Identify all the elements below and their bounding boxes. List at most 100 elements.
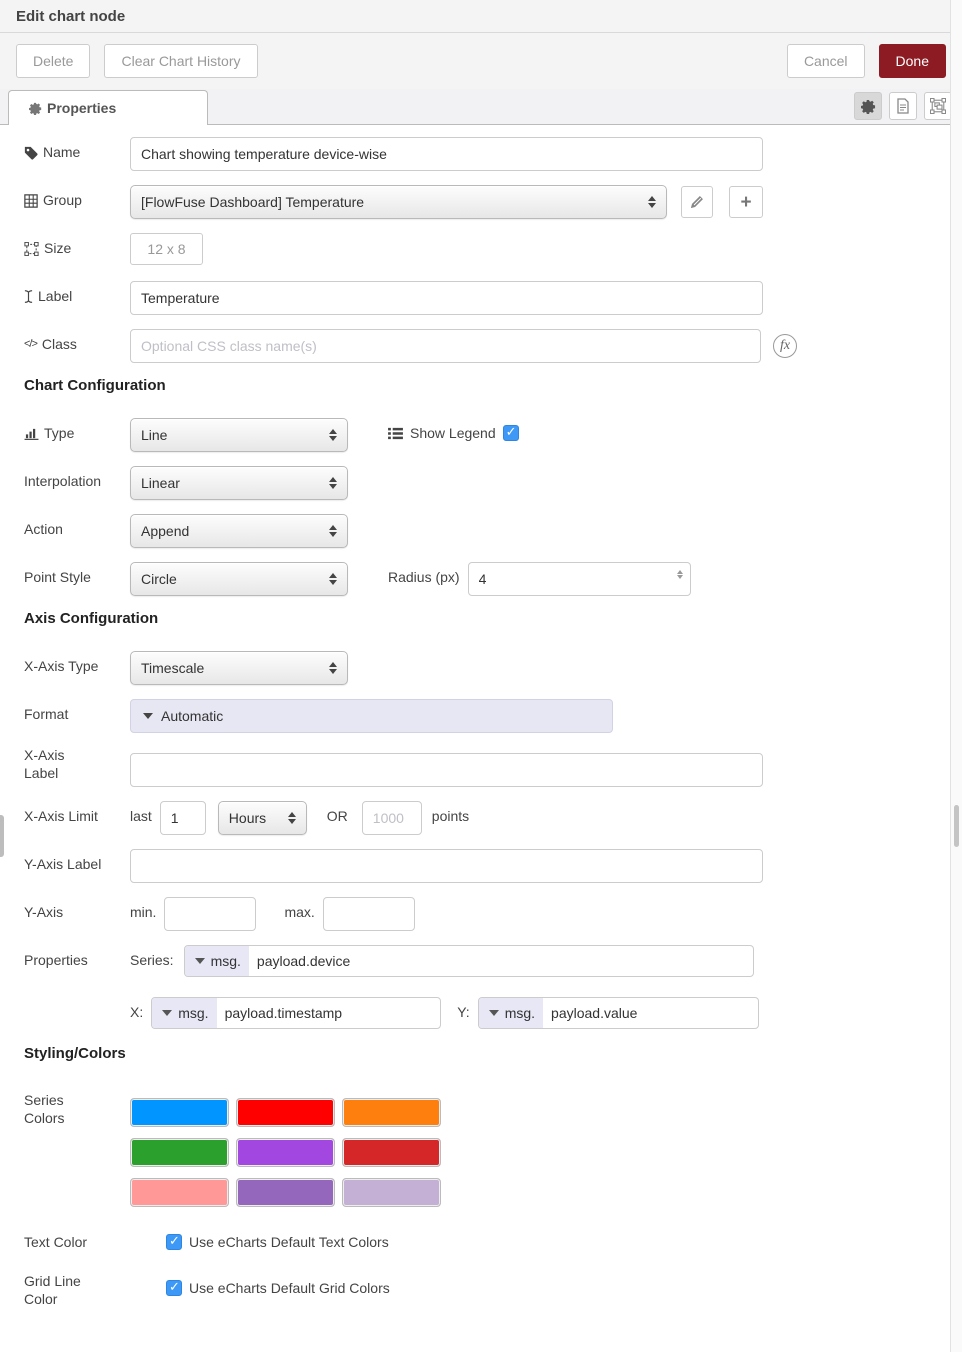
- point-style-select[interactable]: Circle: [130, 562, 348, 596]
- select-arrows-icon: [329, 477, 337, 489]
- axis-configuration-heading: Axis Configuration: [24, 610, 938, 627]
- interpolation-select[interactable]: Linear: [130, 466, 348, 500]
- document-icon: [896, 98, 910, 114]
- select-arrows-icon: [648, 196, 656, 208]
- color-swatch-9[interactable]: [342, 1178, 441, 1207]
- x-axis-label-row: X-Axis Label: [24, 747, 938, 787]
- color-swatch-1[interactable]: [130, 1098, 229, 1127]
- y-axis-label-input[interactable]: [130, 849, 763, 883]
- select-arrows-icon: [329, 573, 337, 585]
- x-axis-limit-points-input[interactable]: [362, 801, 422, 835]
- delete-button[interactable]: Delete: [16, 44, 90, 78]
- show-legend-group: Show Legend: [388, 418, 519, 441]
- label-label: Label: [24, 281, 130, 306]
- properties-tab-button[interactable]: [854, 92, 882, 120]
- appearance-tab-button[interactable]: [924, 92, 952, 120]
- pencil-icon: [690, 195, 704, 209]
- x-axis-limit-count-input[interactable]: [160, 801, 206, 835]
- y-axis-max-input[interactable]: [323, 897, 415, 931]
- spinner-icon[interactable]: [677, 570, 683, 579]
- left-scrollbar-thumb[interactable]: [0, 815, 4, 857]
- series-label: Series:: [130, 945, 174, 968]
- y-value: payload.value: [543, 1005, 645, 1021]
- edit-group-button[interactable]: [681, 186, 713, 218]
- x-value: payload.timestamp: [217, 1005, 351, 1021]
- color-swatch-3[interactable]: [342, 1098, 441, 1127]
- dialog-header: Edit chart node: [0, 0, 962, 33]
- label-input[interactable]: [130, 281, 763, 315]
- name-row: Name: [24, 137, 938, 171]
- format-select[interactable]: Automatic: [130, 699, 613, 733]
- done-button[interactable]: Done: [879, 44, 946, 78]
- editor-tabstrip: Properties: [0, 89, 962, 125]
- typed-input-type-chip[interactable]: msg.: [479, 998, 543, 1028]
- description-tab-button[interactable]: [889, 92, 917, 120]
- series-typed-input[interactable]: msg. payload.device: [184, 945, 754, 977]
- size-button[interactable]: 12 x 8: [130, 233, 203, 265]
- grid-color-checkbox[interactable]: [166, 1280, 182, 1296]
- list-icon: [388, 427, 403, 440]
- y-axis-row: Y-Axis min. max.: [24, 897, 938, 931]
- color-swatch-4[interactable]: [130, 1138, 229, 1167]
- size-row: Size 12 x 8: [24, 233, 938, 267]
- color-swatch-7[interactable]: [130, 1178, 229, 1207]
- select-arrows-icon: [329, 662, 337, 674]
- class-input[interactable]: [130, 329, 761, 363]
- gear-icon: [29, 102, 42, 115]
- dialog-title: Edit chart node: [16, 8, 125, 25]
- clear-chart-history-button[interactable]: Clear Chart History: [104, 44, 257, 78]
- type-row: Type Line Show Legend: [24, 418, 938, 452]
- tab-properties[interactable]: Properties: [8, 90, 208, 125]
- x-axis-limit-unit-select[interactable]: Hours: [218, 801, 307, 835]
- x-axis-label-input[interactable]: [130, 753, 763, 787]
- bar-chart-icon: [24, 427, 39, 440]
- color-swatch-5[interactable]: [236, 1138, 335, 1167]
- series-colors-row: Series Colors: [24, 1086, 938, 1207]
- name-input[interactable]: [130, 137, 763, 171]
- group-select[interactable]: [FlowFuse Dashboard] Temperature: [130, 185, 667, 219]
- y-axis-min-input[interactable]: [164, 897, 256, 931]
- y-typed-input[interactable]: msg. payload.value: [478, 997, 759, 1029]
- color-swatch-6[interactable]: [342, 1138, 441, 1167]
- caret-down-icon: [195, 958, 205, 964]
- color-swatch-2[interactable]: [236, 1098, 335, 1127]
- table-icon: [24, 194, 38, 208]
- type-select[interactable]: Line: [130, 418, 348, 452]
- xy-property-row: X: msg. payload.timestamp Y: msg. payloa…: [24, 997, 938, 1031]
- plus-icon: +: [740, 193, 751, 212]
- interpolation-label: Interpolation: [24, 466, 130, 491]
- properties-form: Name Group [FlowFuse Dashboard] Temperat…: [0, 125, 962, 1308]
- add-group-button[interactable]: +: [729, 186, 763, 218]
- cancel-button[interactable]: Cancel: [787, 44, 865, 78]
- gear-icon: [861, 99, 876, 114]
- color-swatch-8[interactable]: [236, 1178, 335, 1207]
- object-group-icon: [24, 242, 39, 256]
- format-row: Format Automatic: [24, 699, 938, 733]
- radius-label: Radius (px): [388, 562, 460, 585]
- i-cursor-icon: [24, 289, 33, 304]
- name-label: Name: [24, 137, 130, 162]
- caret-down-icon: [162, 1010, 172, 1016]
- vertical-scrollbar-thumb[interactable]: [954, 805, 959, 847]
- x-typed-input[interactable]: msg. payload.timestamp: [151, 997, 441, 1029]
- radius-input[interactable]: [468, 562, 691, 596]
- vertical-scrollbar-track[interactable]: [950, 0, 962, 1352]
- grid-color-row: Grid Line Color Use eCharts Default Grid…: [24, 1271, 938, 1308]
- show-legend-checkbox[interactable]: [503, 425, 519, 441]
- action-label: Action: [24, 514, 130, 539]
- grid-color-checkbox-label: Use eCharts Default Grid Colors: [189, 1280, 390, 1296]
- typed-input-type-chip[interactable]: msg.: [152, 998, 216, 1028]
- x-axis-type-select[interactable]: Timescale: [130, 651, 348, 685]
- caret-down-icon: [143, 713, 153, 719]
- min-label: min.: [130, 897, 156, 920]
- chart-configuration-heading: Chart Configuration: [24, 377, 938, 394]
- text-color-checkbox[interactable]: [166, 1234, 182, 1250]
- y-property-label: Y:: [457, 997, 469, 1020]
- points-word: points: [432, 801, 469, 824]
- action-select[interactable]: Append: [130, 514, 348, 548]
- typed-input-type-chip[interactable]: msg.: [185, 946, 249, 976]
- y-axis-label-label: Y-Axis Label: [24, 849, 130, 874]
- series-value: payload.device: [249, 953, 358, 969]
- point-style-row: Point Style Circle Radius (px): [24, 562, 938, 596]
- text-color-label: Text Color: [24, 1227, 166, 1252]
